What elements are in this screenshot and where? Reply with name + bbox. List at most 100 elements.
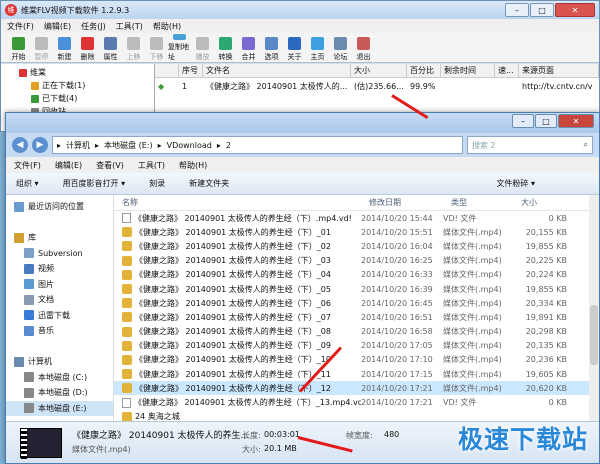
breadcrumb-item[interactable]: 本地磁盘 (E:)	[104, 140, 153, 151]
toolbar-button[interactable]: 新建	[53, 34, 76, 62]
file-row[interactable]: 《健康之路》 20140901 太极传人的养生经（下）_05 2014/10/20…	[114, 282, 599, 296]
search-input[interactable]: 搜索 2 ⌕	[467, 136, 593, 154]
nav-item[interactable]: 最近访问的位置	[6, 199, 113, 215]
menu-item[interactable]: 编辑(E)	[44, 21, 71, 32]
toolbar-button[interactable]: 论坛	[329, 34, 352, 62]
scrollbar-thumb[interactable]	[590, 305, 598, 365]
downloader-toolbar: 开始 暂停 新建 删除 属性 上移 下移 复制地址 播放 转换 合并 选项 关于 主页 论坛 退出	[1, 33, 599, 63]
nav-item[interactable]: 本地磁盘 (D:)	[6, 385, 113, 401]
nav-item[interactable]: 本地磁盘 (C:)	[6, 370, 113, 386]
video-file-icon	[122, 369, 132, 380]
nav-item[interactable]: 文档	[6, 292, 113, 308]
tree-item[interactable]: 正在下载(1)	[19, 79, 154, 92]
toolbar-button[interactable]: 选项	[260, 34, 283, 62]
navigation-pane: 最近访问的位置库 Subversion 视频 图片 文档 迅雷下载 音乐计算机 本地磁盘 (C…	[6, 195, 114, 421]
toolbar-button[interactable]: 主页	[306, 34, 329, 62]
list-header[interactable]: 剩余时间	[441, 64, 495, 77]
file-row[interactable]: 《健康之路》 20140901 太极传人的养生经（下）_13.mp4.vd! 20…	[114, 395, 599, 409]
file-row[interactable]: 《健康之路》 20140901 太极传人的养生经（下）.mp4.vd! 2014/…	[114, 211, 599, 225]
toolbar-button[interactable]: 退出	[352, 34, 375, 62]
toolbar-button[interactable]: 关于	[283, 34, 306, 62]
breadcrumb[interactable]: ▸ 计算机 ▸ 本地磁盘 (E:) ▸ VDownload ▸ 2	[52, 136, 463, 154]
toolbar-button[interactable]: 属性	[99, 34, 122, 62]
nav-item[interactable]: Subversion	[6, 246, 113, 262]
breadcrumb-item[interactable]: 计算机	[66, 140, 90, 151]
nav-item[interactable]: 库	[6, 230, 113, 246]
details-size: 20.1 MB	[264, 444, 297, 453]
col-size[interactable]: 大小	[513, 195, 567, 210]
minimize-button[interactable]: –	[505, 3, 529, 17]
explorer-minimize-button[interactable]: –	[512, 114, 534, 128]
download-row[interactable]: ◆ 1 《健康之路》 20140901 太极传人的... (估)235.66..…	[155, 78, 599, 94]
toolbar-button[interactable]: 复制地址	[168, 34, 191, 62]
list-header[interactable]: 来源页面	[519, 64, 599, 77]
command-button[interactable]: 组织 ▾	[16, 178, 39, 189]
toolbar-button[interactable]: 下移	[145, 34, 168, 62]
command-button[interactable]: 用百度影音打开 ▾	[63, 178, 126, 189]
menu-item[interactable]: 工具(T)	[138, 160, 165, 171]
nav-item[interactable]: 本地磁盘 (E:)	[6, 400, 113, 416]
file-row[interactable]: 《健康之路》 20140901 太极传人的养生经（下）_03 2014/10/20…	[114, 254, 599, 268]
toolbar-button[interactable]: 合并	[237, 34, 260, 62]
file-row[interactable]: 《健康之路》 20140901 太极传人的养生经（下）_01 2014/10/20…	[114, 225, 599, 239]
file-row[interactable]: 《健康之路》 20140901 太极传人的养生经（下）_06 2014/10/20…	[114, 296, 599, 310]
nav-icon	[14, 232, 24, 243]
menu-item[interactable]: 帮助(H)	[179, 160, 207, 171]
forward-arrow-icon[interactable]: ▶	[32, 137, 48, 153]
tree-item[interactable]: 已下载(4)	[19, 92, 154, 105]
file-row[interactable]: 《健康之路》 20140901 太极传人的养生经（下）_02 2014/10/20…	[114, 239, 599, 253]
file-date: 2014/10/20 16:58	[361, 327, 433, 337]
file-row[interactable]: 《健康之路》 20140901 太极传人的养生经（下）_08 2014/10/20…	[114, 325, 599, 339]
col-name[interactable]: 名称	[114, 195, 361, 210]
nav-item[interactable]: 图片	[6, 277, 113, 293]
file-row[interactable]: 《健康之路》 20140901 太极传人的养生经（下）_11 2014/10/20…	[114, 367, 599, 381]
menu-item[interactable]: 工具(T)	[116, 21, 143, 32]
menu-item[interactable]: 查看(V)	[96, 160, 124, 171]
maximize-button[interactable]: □	[530, 3, 554, 17]
file-shred-button[interactable]: 文件粉碎 ▾	[496, 178, 535, 189]
menu-item[interactable]: 文件(F)	[7, 21, 34, 32]
download-list-header: 序号 文件名 大小 百分比 剩余时间 速... 来源页面	[155, 64, 599, 78]
col-date[interactable]: 修改日期	[361, 195, 443, 210]
file-row[interactable]: 《健康之路》 20140901 太极传人的养生经（下）_12 2014/10/20…	[114, 381, 599, 396]
tree-item[interactable]: 维棠	[19, 66, 154, 79]
list-header[interactable]: 文件名	[203, 64, 351, 77]
toolbar-button[interactable]: 删除	[76, 34, 99, 62]
nav-item[interactable]: 音乐	[6, 323, 113, 339]
toolbar-button[interactable]: 开始	[7, 34, 30, 62]
explorer-window-controls: – □ ✕	[512, 114, 594, 128]
toolbar-label: 暂停	[34, 53, 49, 61]
close-button[interactable]: ✕	[555, 3, 595, 17]
file-type: 媒体文件(.mp4)	[443, 383, 502, 393]
nav-item[interactable]: 视频	[6, 261, 113, 277]
command-button[interactable]: 刻录	[149, 178, 165, 189]
file-row[interactable]: 《健康之路》 20140901 太极传人的养生经（下）_10 2014/10/20…	[114, 353, 599, 367]
file-row[interactable]: 《健康之路》 20140901 太极传人的养生经（下）_04 2014/10/20…	[114, 268, 599, 282]
nav-item[interactable]: 迅雷下载	[6, 308, 113, 324]
toolbar-button[interactable]: 播放	[191, 34, 214, 62]
file-row[interactable]: 《健康之路》 20140901 太极传人的养生经（下）_07 2014/10/20…	[114, 310, 599, 324]
menu-item[interactable]: 帮助(H)	[153, 21, 181, 32]
breadcrumb-item[interactable]: 2	[226, 141, 231, 150]
list-header[interactable]: 大小	[351, 64, 407, 77]
toolbar-button[interactable]: 上移	[122, 34, 145, 62]
list-header[interactable]: 序号	[179, 64, 203, 77]
col-type[interactable]: 类型	[443, 195, 513, 210]
explorer-close-button[interactable]: ✕	[558, 114, 594, 128]
explorer-maximize-button[interactable]: □	[535, 114, 557, 128]
toolbar-icon	[242, 37, 255, 50]
breadcrumb-item[interactable]: VDownload	[167, 141, 212, 150]
menu-item[interactable]: 文件(F)	[14, 160, 41, 171]
nav-item[interactable]: 计算机	[6, 354, 113, 370]
toolbar-button[interactable]: 转换	[214, 34, 237, 62]
toolbar-button[interactable]: 暂停	[30, 34, 53, 62]
file-row[interactable]: 《健康之路》 20140901 太极传人的养生经（下）_09 2014/10/20…	[114, 339, 599, 353]
list-header[interactable]: 百分比	[407, 64, 441, 77]
breadcrumb-sep: ▸	[95, 140, 100, 150]
menu-item[interactable]: 任务(J)	[81, 21, 106, 32]
list-header[interactable]: 速...	[495, 64, 519, 77]
back-arrow-icon[interactable]: ◀	[12, 137, 28, 153]
vertical-scrollbar[interactable]	[589, 195, 599, 421]
menu-item[interactable]: 编辑(E)	[55, 160, 82, 171]
command-button[interactable]: 新建文件夹	[189, 178, 229, 189]
